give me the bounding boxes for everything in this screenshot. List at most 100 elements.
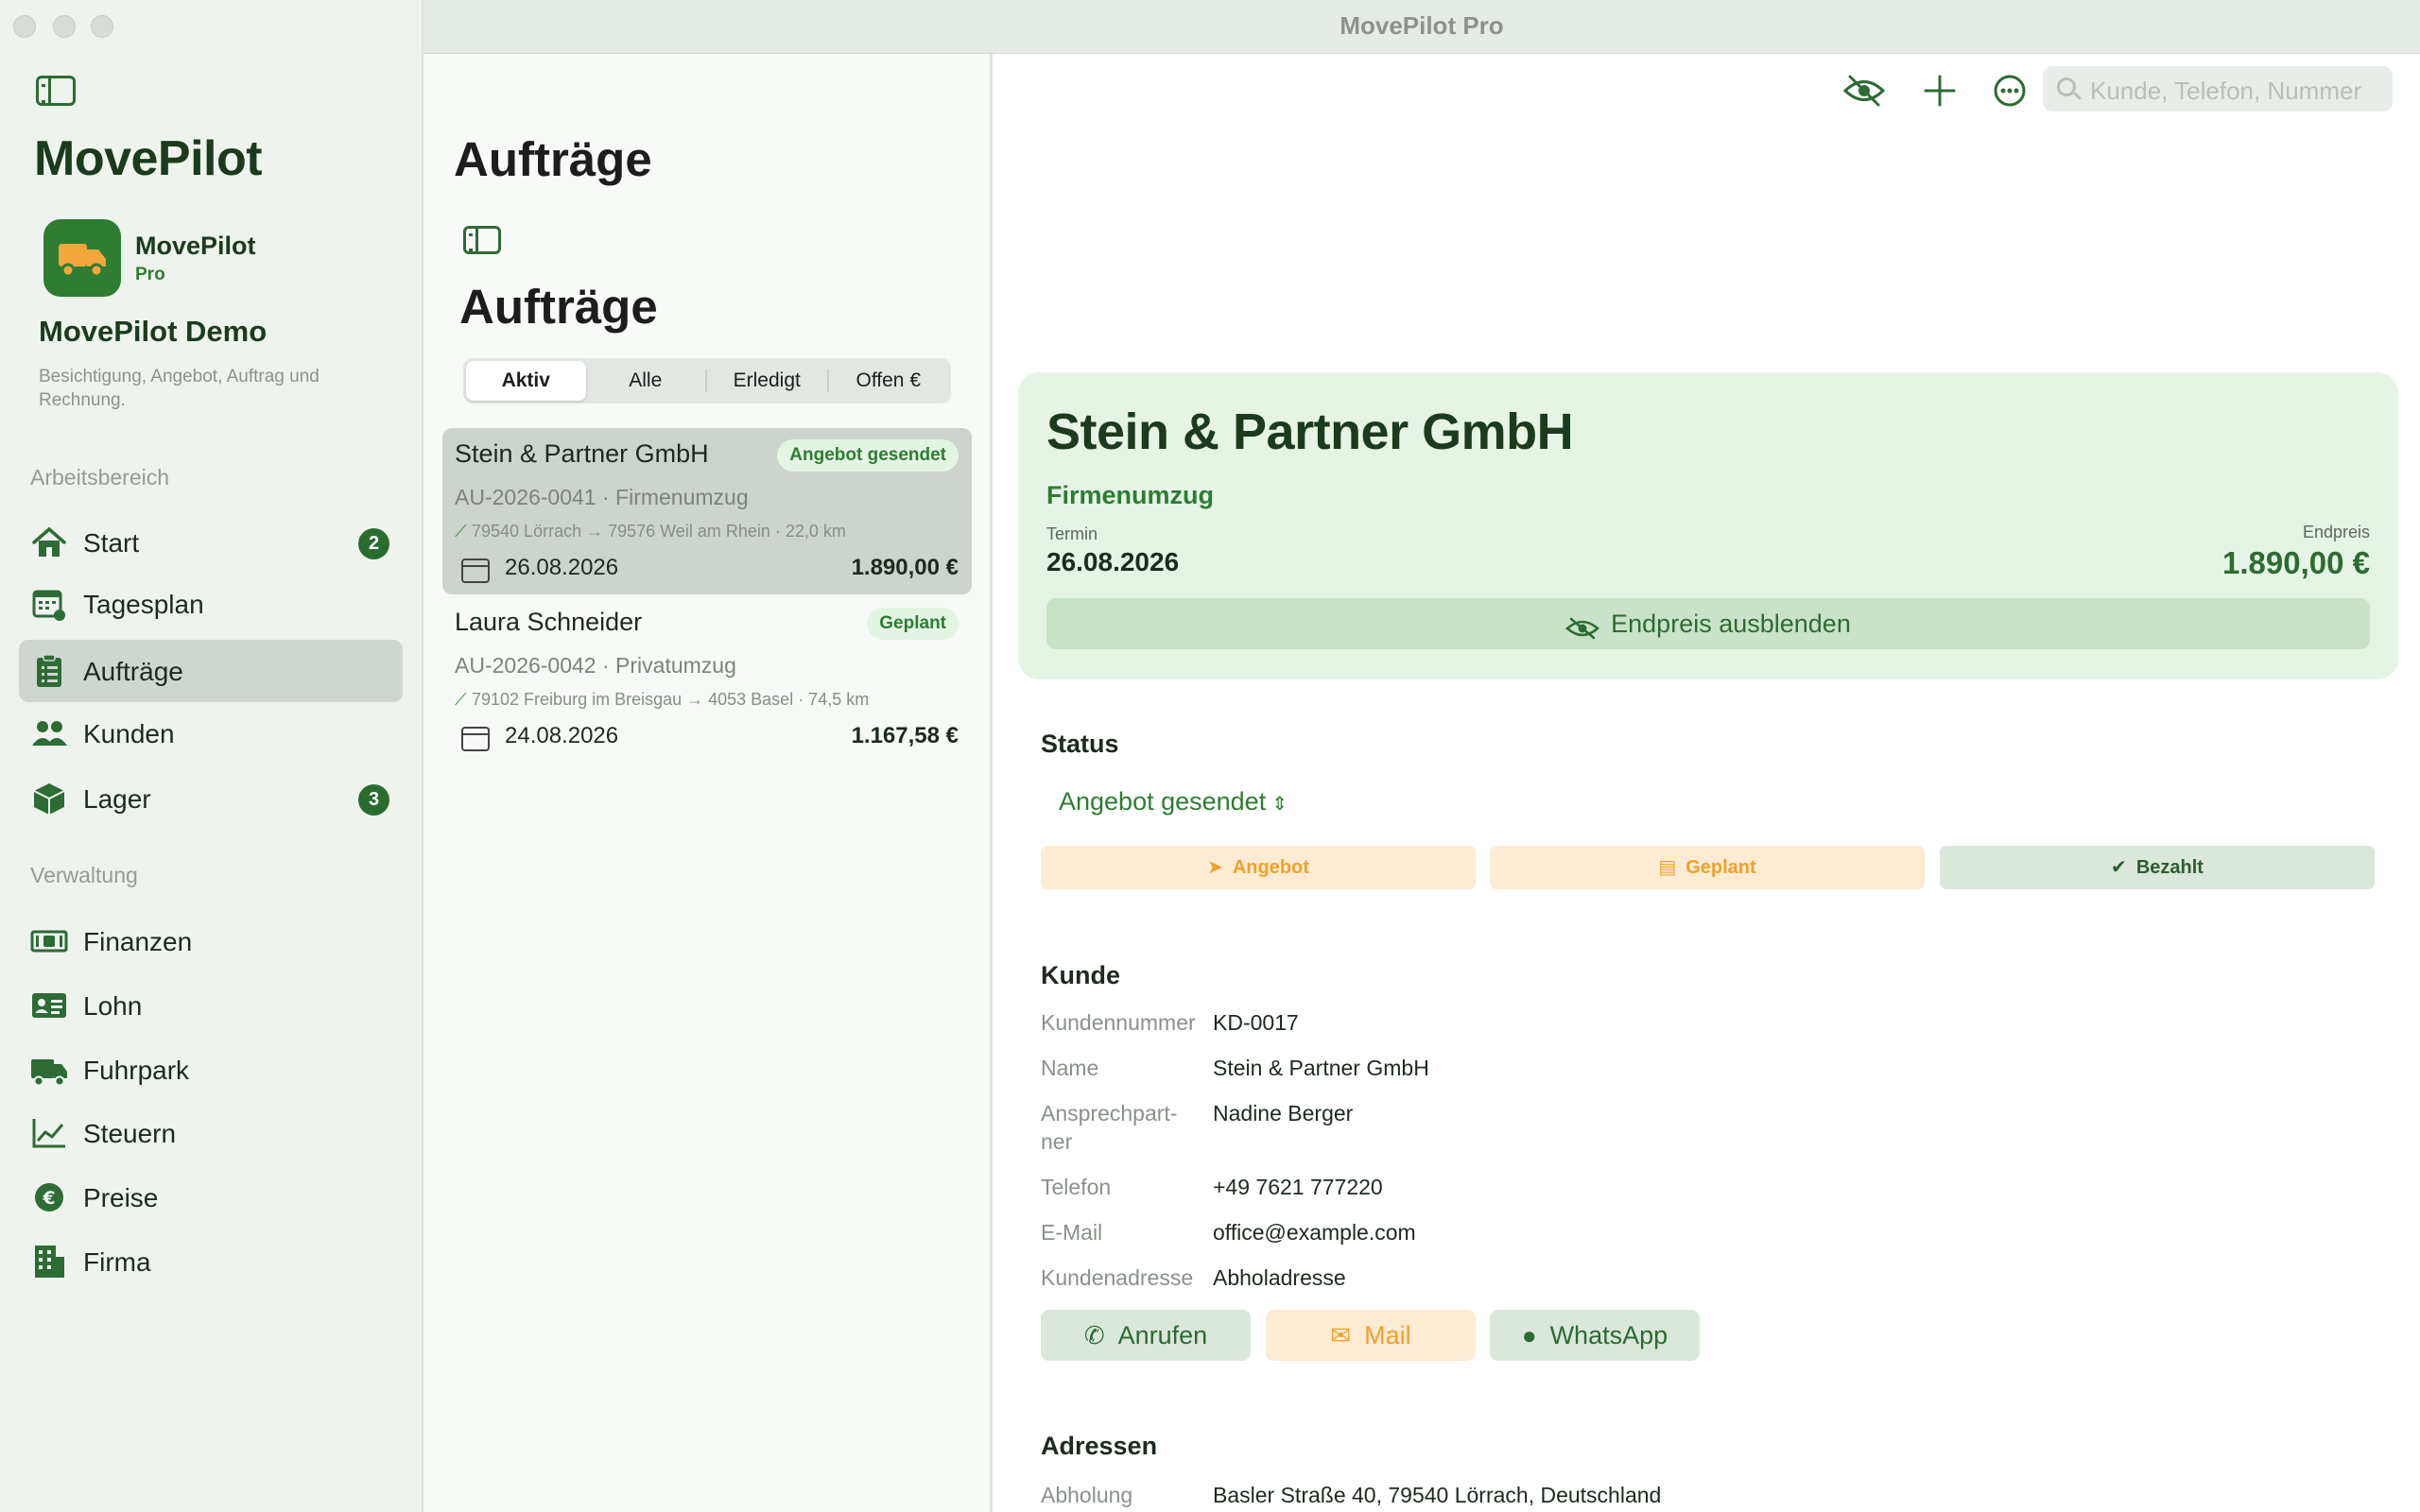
id-card-icon (32, 993, 66, 1018)
search-placeholder: Kunde, Telefon, Nummer (2090, 77, 2362, 105)
calendar-icon: ▤ (1658, 857, 1677, 878)
segment-aktiv[interactable]: Aktiv (466, 361, 586, 401)
sidebar-item-label: Lager (83, 784, 151, 814)
order-list-item[interactable]: Stein & Partner GmbH Angebot gesendet AU… (442, 428, 972, 594)
sidebar: MovePilot MovePilot Pro MovePilot Demo B… (0, 0, 424, 1512)
order-route-text: 79540 Lörrach → 79576 Weil am Rhein · 22… (472, 522, 846, 541)
date-label: Termin (1046, 524, 1098, 543)
sidebar-item-label: Lohn (83, 991, 143, 1021)
order-route-text: 79102 Freiburg im Breisgau → 4053 Basel … (472, 690, 870, 709)
detail-customer-name: Stein & Partner GmbH (1046, 404, 1574, 460)
envelope-icon: ✉ (1330, 1321, 1352, 1349)
sidebar-item-label: Kunden (83, 719, 175, 748)
chat-bubble-icon: ● (1521, 1321, 1537, 1349)
status-angebot-button[interactable]: ➤ Angebot (1041, 846, 1476, 889)
filter-segmented-control: Aktiv Alle Erledigt Offen € (463, 358, 951, 404)
segment-alle[interactable]: Alle (586, 361, 706, 401)
sidebar-item-label: Finanzen (83, 927, 193, 956)
order-price: 1.890,00 € (851, 555, 959, 580)
sidebar-app-title: MovePilot (34, 131, 263, 186)
call-button[interactable]: ✆ Anrufen (1041, 1310, 1251, 1361)
clipboard-list-icon (37, 654, 61, 687)
mail-button[interactable]: ✉ Mail (1266, 1310, 1476, 1361)
status-geplant-button[interactable]: ▤ Geplant (1490, 846, 1925, 889)
status-button-label: Bezahlt (2135, 857, 2204, 878)
chart-line-icon (32, 1119, 65, 1148)
order-route: ⟋ 79540 Lörrach → 79576 Weil am Rhein · 2… (455, 522, 846, 541)
list-title: Aufträge (454, 132, 652, 186)
segment-offen[interactable]: Offen € (829, 361, 949, 401)
house-icon (32, 526, 66, 557)
section-admin: Verwaltung (30, 863, 138, 887)
list-sidebar-toggle-icon[interactable] (463, 226, 501, 254)
status-value: Angebot gesendet (1059, 787, 1267, 816)
close-window-button[interactable] (13, 15, 36, 38)
sidebar-item-label: Aufträge (83, 657, 183, 686)
sidebar-item-fuhrpark[interactable]: Fuhrpark (19, 1039, 403, 1101)
truck-icon (31, 1059, 67, 1087)
customer-field-value: office@example.com (1213, 1220, 1416, 1245)
sidebar-item-preise[interactable]: € Preise (19, 1166, 403, 1228)
zoom-window-button[interactable] (91, 15, 113, 38)
sidebar-item-label: Preise (83, 1183, 159, 1212)
order-detail-pane: Kunde, Telefon, Nummer Stein & Partner G… (995, 54, 2420, 1512)
customer-field-value: Abholadresse (1213, 1265, 1346, 1290)
building-icon (35, 1246, 64, 1278)
order-summary-card: Stein & Partner GmbH Firmenumzug Termin … (1018, 372, 2398, 679)
detail-price: 1.890,00 € (2222, 545, 2370, 580)
more-options-icon[interactable] (1988, 69, 2031, 112)
search-input[interactable]: Kunde, Telefon, Nummer (2043, 66, 2393, 112)
sidebar-item-kunden[interactable]: Kunden (19, 702, 403, 765)
sidebar-item-lohn[interactable]: Lohn (19, 974, 403, 1037)
status-bezahlt-button[interactable]: ✔ Bezahlt (1940, 846, 2375, 889)
route-icon: ⟋ (455, 522, 467, 541)
minimize-window-button[interactable] (53, 15, 76, 38)
sidebar-item-label: Start (83, 528, 140, 558)
title-bar: MovePilot Pro (424, 0, 2420, 54)
sidebar-item-steuern[interactable]: Steuern (19, 1102, 403, 1164)
order-number: AU-2026-0042 · Privatumzug (455, 653, 736, 678)
whatsapp-button[interactable]: ● WhatsApp (1490, 1310, 1700, 1361)
status-badge: Geplant (867, 608, 959, 640)
sidebar-item-firma[interactable]: Firma (19, 1230, 403, 1293)
price-label: Endpreis (2302, 523, 2370, 541)
sidebar-item-tagesplan[interactable]: Tagesplan (19, 573, 403, 635)
customer-field-label: Telefon (1041, 1175, 1112, 1199)
svg-text:€: € (42, 1188, 55, 1209)
detail-move-type: Firmenumzug (1046, 481, 1215, 509)
status-dropdown[interactable]: Angebot gesendet ⇕ (1059, 787, 1288, 816)
status-section-title: Status (1041, 730, 1119, 758)
customer-field-value: Nadine Berger (1213, 1101, 1354, 1125)
paperplane-icon: ➤ (1207, 857, 1223, 878)
company-name: MovePilot Demo (39, 315, 268, 348)
section-workspace: Arbeitsbereich (30, 465, 170, 490)
plus-icon[interactable] (1918, 69, 1962, 112)
eye-slash-icon[interactable] (1842, 69, 1886, 112)
sidebar-item-start[interactable]: Start 2 (19, 511, 403, 574)
search-icon (2057, 77, 2076, 96)
chevron-up-down-icon: ⇕ (1271, 794, 1288, 815)
customer-field-label: Ansprechpart-ner (1041, 1101, 1178, 1154)
sidebar-toggle-icon[interactable] (36, 76, 76, 106)
customer-field-label: E-Mail (1041, 1220, 1103, 1245)
notification-badge: 3 (358, 784, 389, 816)
segment-erledigt[interactable]: Erledigt (707, 361, 827, 401)
sidebar-item-lager[interactable]: Lager 3 (19, 767, 403, 830)
sidebar-item-finanzen[interactable]: Finanzen (19, 910, 403, 972)
hide-price-button[interactable]: Endpreis ausblenden (1046, 598, 2370, 649)
box-icon (33, 783, 65, 815)
window-title: MovePilot Pro (1340, 11, 1504, 40)
sidebar-item-label: Fuhrpark (83, 1056, 190, 1085)
customer-field-label: Kundenadresse (1041, 1265, 1194, 1290)
call-button-label: Anrufen (1117, 1321, 1208, 1349)
notification-badge: 2 (358, 528, 389, 559)
sidebar-item-auftraege[interactable]: Aufträge (19, 640, 403, 702)
sidebar-item-label: Firma (83, 1247, 151, 1277)
address-field-label: Abholung (1041, 1483, 1133, 1507)
route-icon: ⟋ (455, 690, 467, 709)
euro-circle-icon: € (35, 1183, 63, 1211)
order-list-item[interactable]: Laura Schneider Geplant AU-2026-0042 · P… (442, 596, 972, 763)
banknote-icon (30, 930, 68, 953)
status-button-label: Angebot (1232, 857, 1309, 878)
order-list-column: Aufträge Aufträge Aktiv Alle Erledigt Of… (424, 54, 993, 1512)
